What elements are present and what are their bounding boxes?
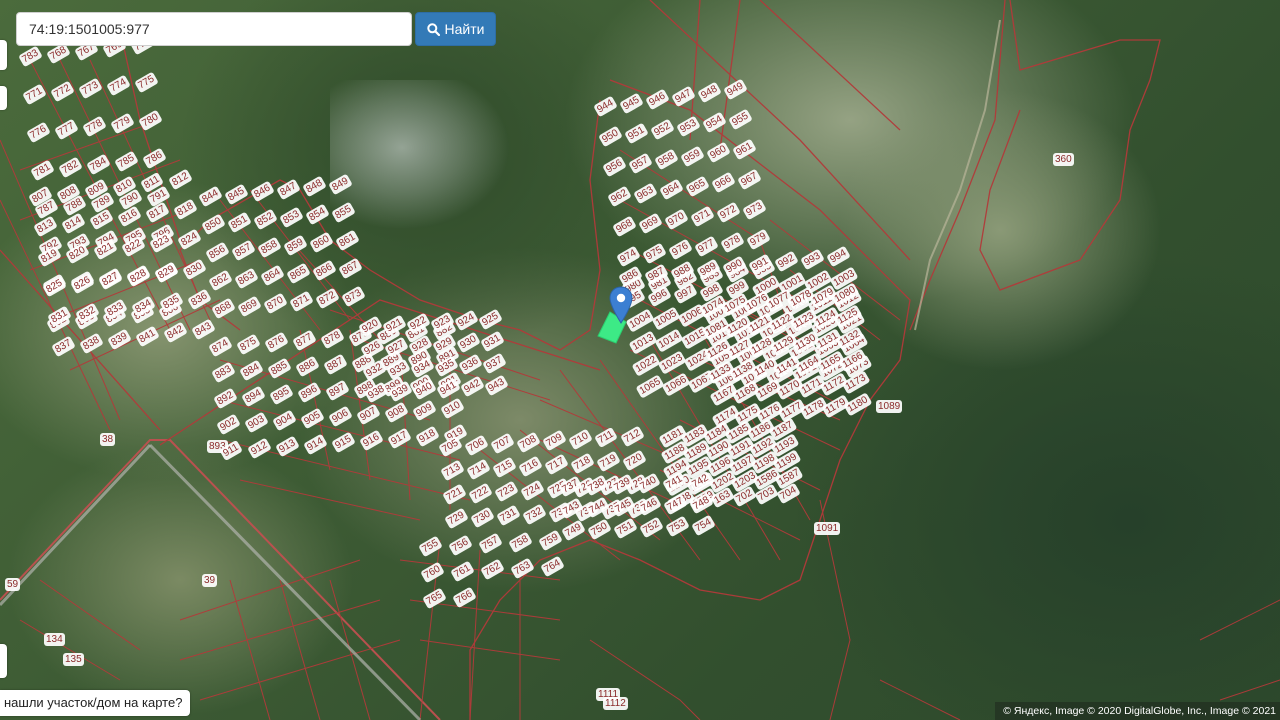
side-control-middle[interactable] xyxy=(0,86,7,110)
search-icon xyxy=(426,22,440,36)
parcel-number-label[interactable]: 59 xyxy=(5,578,21,591)
parcel-number-label[interactable]: 135 xyxy=(63,653,84,666)
feedback-tab[interactable]: нашли участок/дом на карте? xyxy=(0,690,191,716)
map-canvas[interactable]: 7837687677697707717727737747757767777787… xyxy=(0,0,1280,720)
side-control-top[interactable] xyxy=(0,40,7,70)
parcel-number-label[interactable]: 39 xyxy=(202,574,218,587)
attribution-text: © Яндекс, Image © 2020 DigitalGlobe, Inc… xyxy=(1003,705,1276,717)
parcel-number-label[interactable]: 1089 xyxy=(876,400,903,413)
side-control-bottom[interactable] xyxy=(0,644,7,678)
feedback-tab-label: нашли участок/дом на карте? xyxy=(4,695,183,710)
cadastral-search-input[interactable] xyxy=(16,12,412,46)
parcel-number-label[interactable]: 38 xyxy=(100,433,116,446)
parcel-number-label[interactable]: 1112 xyxy=(603,697,628,710)
find-button-label: Найти xyxy=(444,21,485,37)
parcel-number-label[interactable]: 360 xyxy=(1053,153,1074,166)
parcel-number-label[interactable]: 134 xyxy=(44,633,65,646)
map-pin-icon[interactable] xyxy=(609,286,633,324)
parcel-number-label[interactable]: 1091 xyxy=(814,522,841,535)
map-attribution: © Яндекс, Image © 2020 DigitalGlobe, Inc… xyxy=(995,702,1280,720)
find-button[interactable]: Найти xyxy=(415,12,496,46)
